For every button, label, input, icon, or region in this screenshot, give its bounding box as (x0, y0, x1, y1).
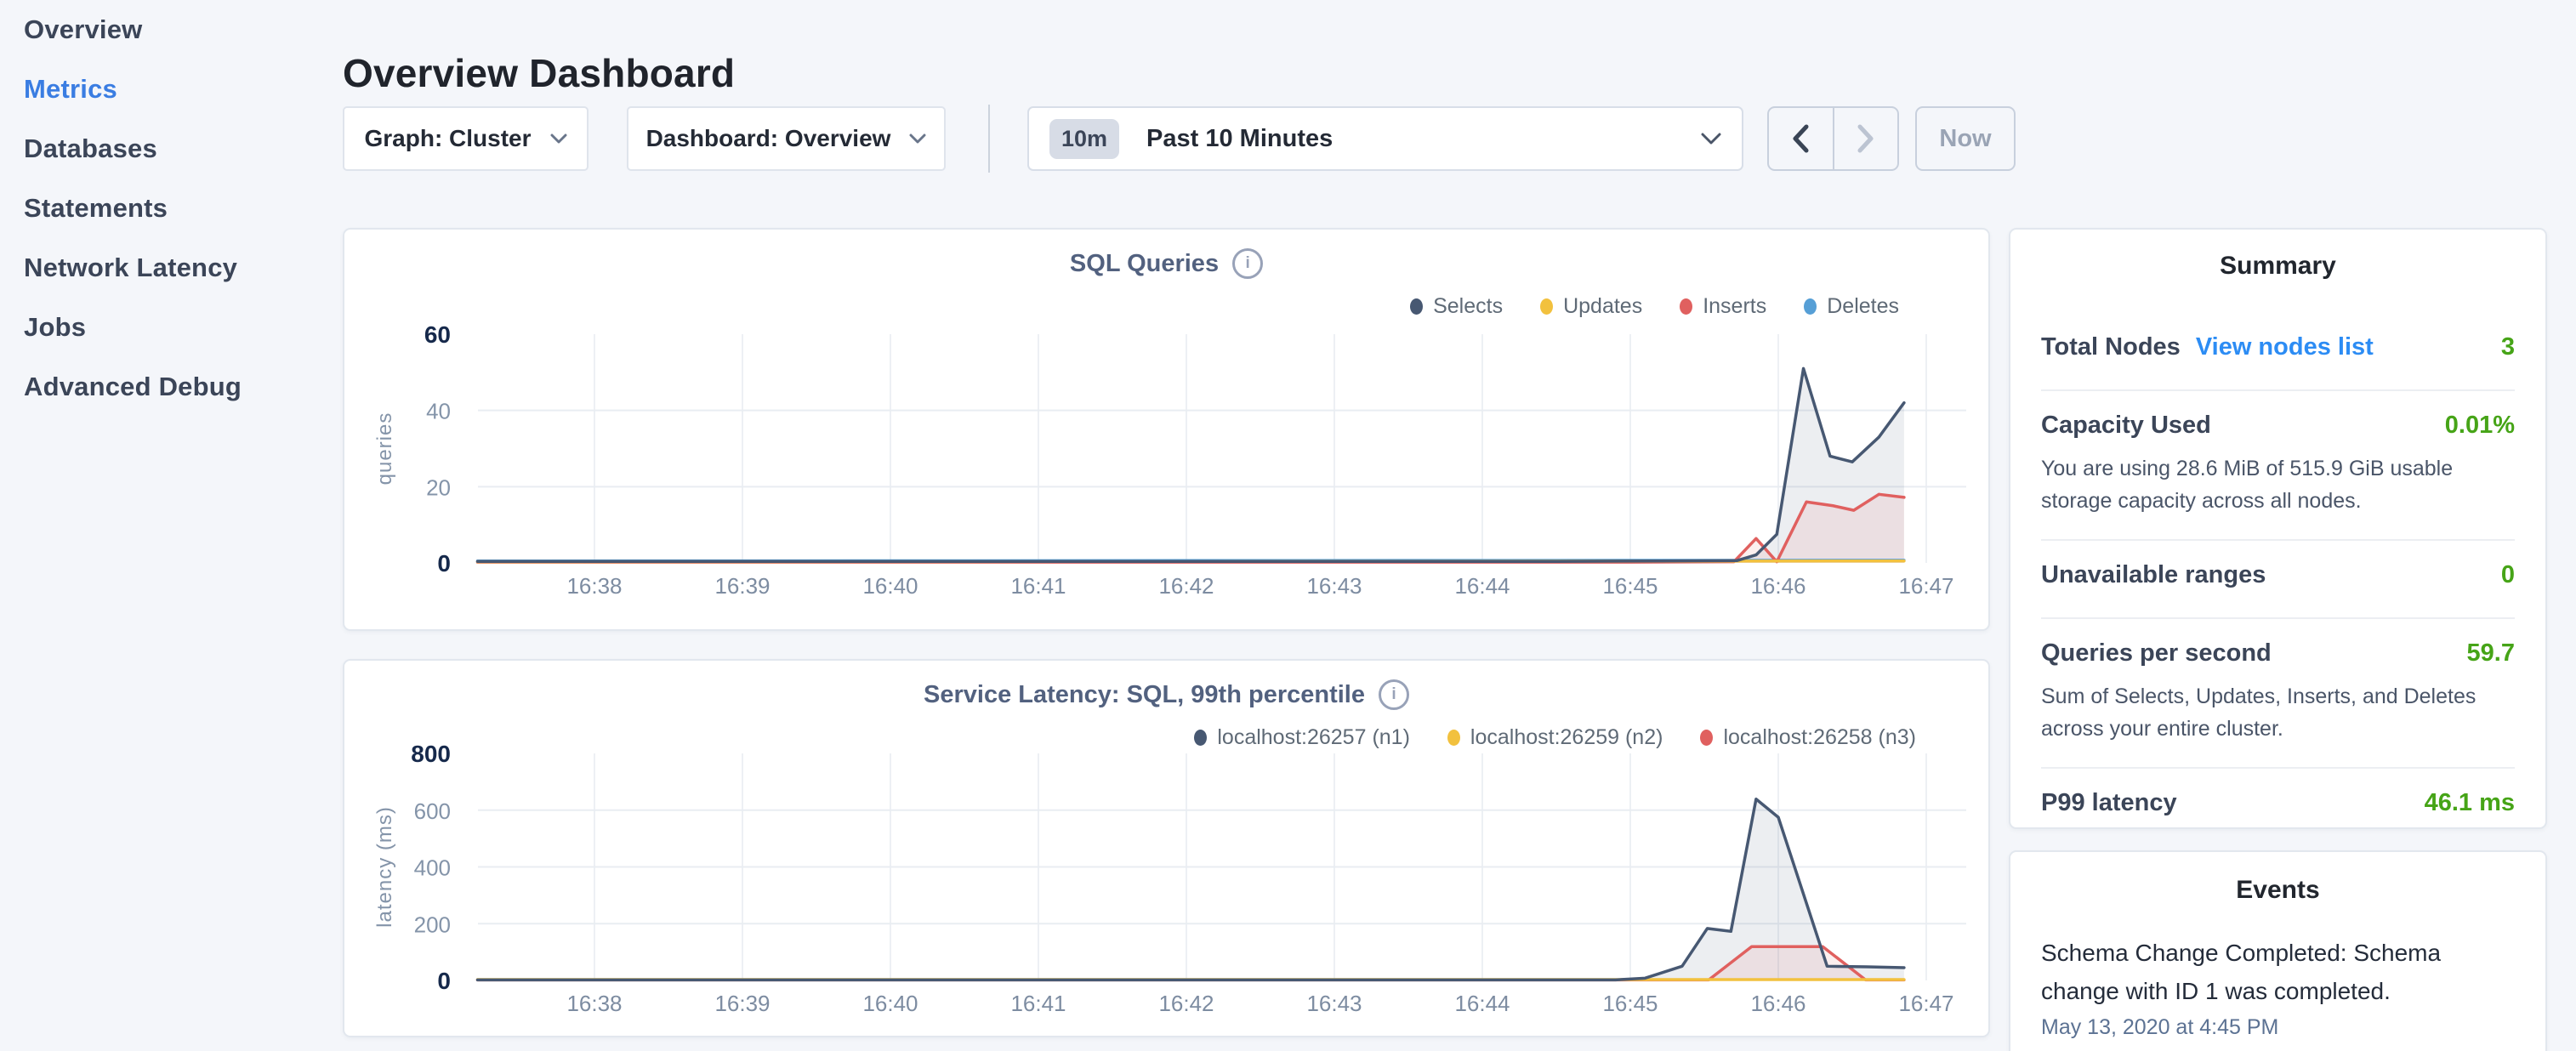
x-tick-label: 16:44 (1454, 991, 1510, 1016)
summary-divider (2041, 767, 2515, 769)
graph-dropdown[interactable]: Graph: Cluster (343, 106, 589, 171)
summary-row-description: Sum of Selects, Updates, Inserts, and De… (2041, 680, 2515, 745)
summary-row-label: Queries per second (2041, 639, 2272, 668)
event-timestamp: May 13, 2020 at 4:45 PM (2041, 1015, 2515, 1040)
chevron-right-icon (1857, 124, 1875, 153)
x-tick-label: 16:40 (862, 991, 918, 1016)
y-tick-label: 600 (414, 798, 451, 824)
x-tick-label: 16:41 (1010, 573, 1066, 599)
summary-divider (2041, 389, 2515, 391)
chart-plot[interactable]: 16:38 16:39 16:40 16:41 16:42 16:43 16:44 16:45… (344, 230, 1988, 629)
y-axis-label: queries (373, 412, 396, 486)
y-tick-label: 800 (411, 741, 451, 767)
time-range-selector[interactable]: 10m Past 10 Minutes (1027, 106, 1743, 171)
y-tick-label: 40 (426, 399, 451, 424)
y-tick-label: 60 (424, 321, 451, 348)
summary-row-label: Capacity Used (2041, 412, 2211, 440)
summary-title: Summary (2041, 252, 2515, 281)
sidebar-item-statements[interactable]: Statements (0, 179, 340, 238)
x-tick-label: 16:38 (566, 991, 622, 1016)
chevron-down-icon (550, 134, 567, 145)
time-range-label: Past 10 Minutes (1146, 125, 1701, 153)
summary-row-value: 0 (2501, 561, 2515, 589)
x-tick-label: 16:42 (1158, 573, 1214, 599)
summary-row-label: P99 latency (2041, 789, 2177, 817)
summary-row-label: Total Nodes (2041, 333, 2181, 361)
summary-divider (2041, 617, 2515, 619)
now-button[interactable]: Now (1915, 106, 2016, 171)
service-latency-chart-card: Service Latency: SQL, 99th percentile i … (343, 659, 1990, 1037)
events-title: Events (2041, 876, 2515, 905)
view-nodes-list-link[interactable]: View nodes list (2196, 333, 2374, 361)
event-message[interactable]: Schema Change Completed: Schema change w… (2041, 934, 2515, 1010)
time-step-buttons (1767, 106, 1899, 171)
y-tick-label: 200 (414, 912, 451, 937)
y-tick-label: 400 (414, 855, 451, 881)
summary-row-value: 59.7 (2467, 639, 2515, 668)
summary-row-label: Unavailable ranges (2041, 561, 2266, 589)
dashboard-dropdown-label: Dashboard: Overview (646, 125, 891, 152)
y-tick-label: 0 (437, 968, 451, 994)
x-tick-label: 16:47 (1898, 573, 1953, 599)
db-console: OverviewMetricsDatabasesStatementsNetwor… (0, 0, 2576, 1051)
series-area-Inserts (478, 494, 1904, 563)
x-tick-label: 16:46 (1750, 573, 1805, 599)
x-tick-label: 16:42 (1158, 991, 1214, 1016)
sidebar-item-advanced-debug[interactable]: Advanced Debug (0, 357, 340, 417)
summary-row: Queries per second 59.7 (2041, 639, 2515, 673)
x-tick-label: 16:47 (1898, 991, 1953, 1016)
y-axis-label: latency (ms) (373, 806, 396, 928)
sql-queries-chart-card: SQL Queries i SelectsUpdatesInsertsDelet… (343, 228, 1990, 631)
events-panel: Events Schema Change Completed: Schema c… (2009, 850, 2547, 1051)
time-range-badge: 10m (1049, 119, 1119, 159)
dashboard-dropdown[interactable]: Dashboard: Overview (627, 106, 946, 171)
x-tick-label: 16:41 (1010, 991, 1066, 1016)
chart-plot[interactable]: 16:38 16:39 16:40 16:41 16:42 16:43 16:44 16:45… (344, 661, 1988, 1036)
graph-dropdown-label: Graph: Cluster (364, 125, 531, 152)
series-line-Selects (478, 368, 1904, 561)
sidebar-item-metrics[interactable]: Metrics (0, 60, 340, 119)
next-time-button[interactable] (1833, 108, 1898, 169)
summary-panel: Summary Total Nodes View nodes list 3 Capac… (2009, 228, 2547, 829)
x-tick-label: 16:40 (862, 573, 918, 599)
y-tick-label: 20 (426, 474, 451, 500)
summary-row: Unavailable ranges 0 (2041, 561, 2515, 595)
summary-row: P99 latency 46.1 ms (2041, 789, 2515, 823)
summary-row: Total Nodes View nodes list 3 (2041, 333, 2515, 367)
summary-row: Capacity Used 0.01% (2041, 412, 2515, 446)
series-area-Selects (478, 368, 1904, 563)
chevron-down-icon (1701, 133, 1721, 145)
series-line-localhost:26257 (n1) (478, 799, 1904, 980)
prev-time-button[interactable] (1769, 108, 1833, 169)
chevron-down-icon (909, 134, 926, 145)
summary-row-value: 46.1 ms (2425, 789, 2515, 817)
summary-divider (2041, 539, 2515, 541)
y-tick-label: 0 (437, 550, 451, 577)
sidebar-item-network-latency[interactable]: Network Latency (0, 238, 340, 298)
x-tick-label: 16:43 (1306, 991, 1362, 1016)
x-tick-label: 16:44 (1454, 573, 1510, 599)
summary-row-value: 0.01% (2445, 412, 2515, 440)
x-tick-label: 16:43 (1306, 573, 1362, 599)
x-tick-label: 16:39 (714, 991, 770, 1016)
page-title: Overview Dashboard (343, 50, 735, 96)
x-tick-label: 16:45 (1602, 573, 1658, 599)
x-tick-label: 16:38 (566, 573, 622, 599)
x-tick-label: 16:45 (1602, 991, 1658, 1016)
now-button-label: Now (1939, 125, 1991, 153)
x-tick-label: 16:46 (1750, 991, 1805, 1016)
summary-row-value: 3 (2501, 333, 2515, 361)
chevron-left-icon (1791, 124, 1810, 153)
sidebar-item-overview[interactable]: Overview (0, 0, 340, 60)
sidebar-item-jobs[interactable]: Jobs (0, 298, 340, 357)
summary-row-description: You are using 28.6 MiB of 515.9 GiB usab… (2041, 452, 2515, 517)
controls-divider (988, 105, 990, 173)
series-line-Inserts (478, 494, 1904, 562)
controls-row: Graph: Cluster Dashboard: Overview 10m P… (343, 106, 2035, 173)
sidebar: OverviewMetricsDatabasesStatementsNetwor… (0, 0, 340, 1051)
sidebar-item-databases[interactable]: Databases (0, 119, 340, 179)
x-tick-label: 16:39 (714, 573, 770, 599)
